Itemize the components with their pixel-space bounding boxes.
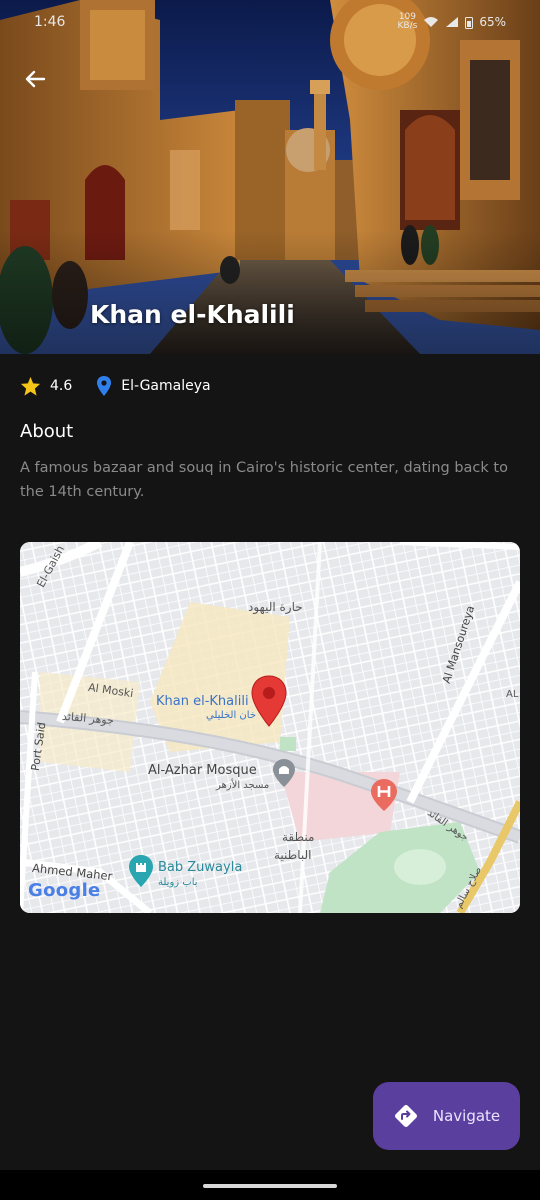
location: El-Gamaleya	[96, 375, 211, 397]
wifi-icon	[424, 17, 439, 27]
map-pin-icon[interactable]	[250, 675, 288, 727]
status-time: 1:46	[34, 14, 66, 30]
signal-icon	[446, 17, 459, 27]
map-label-haret-alyahud: حارة اليهود	[248, 600, 303, 614]
navigate-button[interactable]: Navigate	[373, 1082, 520, 1150]
status-icons: 109 KB/s 65%	[398, 13, 506, 31]
about-description: A famous bazaar and souq in Cairo's hist…	[20, 460, 508, 500]
tower-icon[interactable]	[128, 854, 154, 888]
battery-percent: 65%	[479, 15, 506, 29]
map-label-batneya-2: الباطنية	[274, 848, 312, 862]
map-view[interactable]: El-Gaish حارة اليهود Al Mansoureya Al Mo…	[20, 542, 520, 913]
star-icon	[20, 376, 41, 396]
map-label-khan-en: Khan el-Khalili	[156, 694, 249, 709]
home-indicator[interactable]	[203, 1184, 337, 1188]
map-label-bab-zuwayla-en: Bab Zuwayla	[158, 860, 243, 875]
google-logo: Google	[28, 880, 101, 901]
battery-icon	[465, 16, 474, 29]
map-canvas	[20, 542, 520, 913]
status-bar: 1:46 109 KB/s 65%	[0, 0, 540, 44]
map-label-al-edge: AL	[506, 689, 519, 700]
back-button[interactable]	[18, 62, 52, 96]
hero-image: 1:46 109 KB/s 65% Khan el-Khalili	[0, 0, 540, 354]
navigate-label: Navigate	[432, 1107, 501, 1125]
hospital-icon[interactable]	[370, 778, 398, 812]
map-label-batneya-1: منطقة	[282, 830, 315, 844]
place-title: Khan el-Khalili	[90, 300, 295, 329]
map-label-khan-ar: خان الخليلي	[206, 710, 257, 721]
map-label-azhar-ar: مسجد الأزهر	[216, 780, 270, 791]
rating-value: 4.6	[50, 378, 73, 394]
location-name: El-Gamaleya	[121, 378, 211, 394]
map-label-azhar-en: Al-Azhar Mosque	[148, 763, 257, 778]
mosque-icon[interactable]	[272, 758, 296, 788]
map-label-bab-zuwayla-ar: باب زويلة	[158, 877, 198, 888]
arrow-back-icon	[25, 70, 46, 88]
network-speed: 109 KB/s	[397, 12, 418, 31]
about-heading: About	[20, 421, 74, 442]
place-meta-row: 4.6 El-Gamaleya	[20, 372, 211, 400]
location-pin-icon	[97, 376, 112, 396]
rating: 4.6	[20, 376, 72, 396]
directions-icon	[394, 1105, 417, 1127]
